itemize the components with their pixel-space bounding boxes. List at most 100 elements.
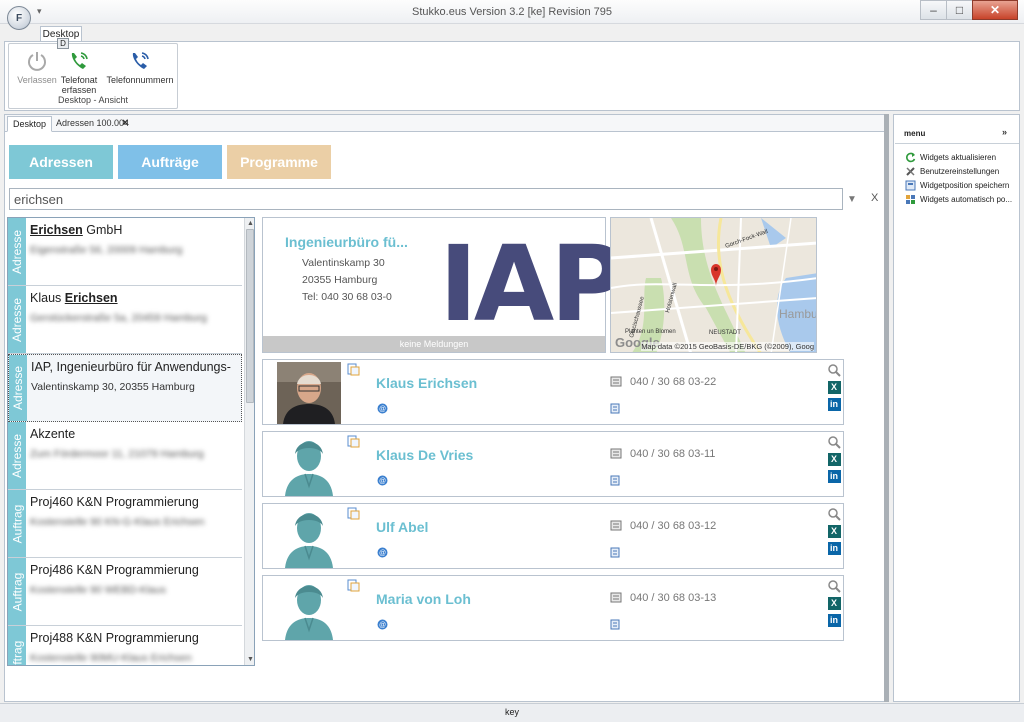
linkedin-icon[interactable]: in xyxy=(827,469,841,483)
result-type-tag: Adresse xyxy=(8,422,26,489)
email-icon[interactable]: @ xyxy=(377,403,388,417)
result-subtitle: Kostenstelle 90MU-Klaus Erichsen xyxy=(30,652,192,664)
company-card[interactable]: Ingenieurbüro fü... Valentinskamp 30 203… xyxy=(262,217,626,353)
tab-desktop[interactable]: Desktop xyxy=(7,116,53,132)
minimize-button[interactable]: – xyxy=(920,0,947,20)
refresh-icon xyxy=(905,152,916,163)
menu-item-save-widget-position[interactable]: Widgetposition speichern xyxy=(905,180,1009,191)
log-call-label: Telefonat erfassen xyxy=(60,75,98,95)
result-item[interactable]: Adresse Klaus Erichsen Gerstückerstraße … xyxy=(8,286,242,354)
contact-phone[interactable]: 040 / 30 68 03-22 xyxy=(630,376,716,388)
result-item[interactable]: Auftrag Proj460 K&N Programmierung Koste… xyxy=(8,490,242,558)
search-icon[interactable] xyxy=(827,507,841,521)
search-input[interactable] xyxy=(9,188,843,210)
notepad-icon[interactable] xyxy=(610,403,620,417)
scroll-down-icon[interactable]: ▼ xyxy=(246,655,254,664)
company-logo: IAP xyxy=(439,223,626,345)
map-graphic: Gorch-Fock-Wall Holstenwall Glacischauss… xyxy=(611,218,817,352)
results-scrollbar[interactable]: ▲ ▼ xyxy=(244,218,254,665)
xing-icon[interactable]: X xyxy=(827,452,841,466)
phone-numbers-button[interactable]: Telefonnummern xyxy=(106,48,174,85)
scroll-thumb[interactable] xyxy=(246,229,254,403)
contact-name[interactable]: Klaus Erichsen xyxy=(376,375,477,391)
company-status-bar: keine Meldungen xyxy=(263,336,605,352)
notepad-icon[interactable] xyxy=(610,475,620,489)
document-tab-strip: Desktop Adressen 100.004 × xyxy=(5,115,888,132)
result-item-selected[interactable]: Adresse IAP, Ingenieurbüro für Anwendung… xyxy=(8,354,242,422)
orders-category-button[interactable]: Aufträge xyxy=(118,145,222,179)
notepad-icon[interactable] xyxy=(610,547,620,561)
linkedin-icon[interactable]: in xyxy=(827,397,841,411)
contact-avatar-placeholder xyxy=(277,434,341,496)
contact-name[interactable]: Klaus De Vries xyxy=(376,447,473,463)
result-title: Proj488 K&N Programmierung xyxy=(30,631,199,645)
tab-close-icon[interactable]: × xyxy=(122,117,128,129)
close-button[interactable]: ✕ xyxy=(972,0,1018,20)
log-call-button[interactable]: Telefonat erfassen xyxy=(57,48,101,95)
xing-icon[interactable]: X xyxy=(827,524,841,538)
keytip-badge: D xyxy=(57,38,69,49)
result-type-tag: Adresse xyxy=(8,286,26,353)
email-icon[interactable]: @ xyxy=(377,547,388,561)
search-icon[interactable] xyxy=(827,435,841,449)
menu-divider xyxy=(895,143,1019,144)
result-item[interactable]: Adresse Akzente Zum Fördermoor 11, 21079… xyxy=(8,422,242,490)
contact-name[interactable]: Ulf Abel xyxy=(376,519,428,535)
menu-item-refresh-widgets[interactable]: Widgets aktualisieren xyxy=(905,152,996,163)
location-map[interactable]: Gorch-Fock-Wall Holstenwall Glacischauss… xyxy=(610,217,817,353)
notepad-icon[interactable] xyxy=(610,619,620,633)
auto-layout-icon xyxy=(905,194,916,205)
contact-phone[interactable]: 040 / 30 68 03-12 xyxy=(630,520,716,532)
window-title: Stukko.eus Version 3.2 [ke] Revision 795 xyxy=(412,6,612,18)
search-clear-button[interactable]: X xyxy=(871,192,878,204)
contact-card[interactable]: Klaus Erichsen @ 040 / 30 68 03-22 X in xyxy=(262,359,844,425)
search-dropdown-icon[interactable]: ▼ xyxy=(847,194,857,205)
linkedin-icon[interactable]: in xyxy=(827,541,841,555)
phone-book-icon xyxy=(610,520,622,534)
app-menu-button[interactable]: F xyxy=(7,6,31,30)
contact-card[interactable]: Ulf Abel @ 040 / 30 68 03-12 X in xyxy=(262,503,844,569)
phone-add-icon xyxy=(66,48,92,74)
xing-icon[interactable]: X xyxy=(827,596,841,610)
workspace: Desktop Adressen 100.004 × Adressen Auft… xyxy=(4,114,889,702)
scroll-up-icon[interactable]: ▲ xyxy=(246,219,254,228)
contact-card[interactable]: Maria von Loh @ 040 / 30 68 03-13 X in xyxy=(262,575,844,641)
map-credit: Map data ©2015 GeoBasis-DE/BKG (©2009), … xyxy=(641,342,814,351)
linkedin-icon[interactable]: in xyxy=(827,613,841,627)
clipboard-icon[interactable] xyxy=(347,435,360,451)
svg-text:NEUSTADT: NEUSTADT xyxy=(709,330,741,336)
company-street: Valentinskamp 30 xyxy=(302,257,385,269)
svg-text:@: @ xyxy=(379,406,386,413)
contact-phone[interactable]: 040 / 30 68 03-11 xyxy=(630,448,715,460)
clipboard-icon[interactable] xyxy=(347,363,360,379)
contact-name[interactable]: Maria von Loh xyxy=(376,591,471,607)
contact-card[interactable]: Klaus De Vries @ 040 / 30 68 03-11 X in xyxy=(262,431,844,497)
collapse-icon[interactable]: » xyxy=(1002,127,1007,137)
email-icon[interactable]: @ xyxy=(377,619,388,633)
result-title: Proj486 K&N Programmierung xyxy=(30,563,199,577)
leave-button[interactable]: Verlassen xyxy=(15,48,59,85)
menu-item-auto-position-widgets[interactable]: Widgets automatisch po... xyxy=(905,194,1012,205)
svg-text:Hambu: Hambu xyxy=(779,307,817,321)
result-title: Akzente xyxy=(30,427,76,441)
search-icon[interactable] xyxy=(827,579,841,593)
programs-category-button[interactable]: Programme xyxy=(227,145,331,179)
clipboard-icon[interactable] xyxy=(347,507,360,523)
app-orb-letter: F xyxy=(15,12,23,24)
search-icon[interactable] xyxy=(827,363,841,377)
addresses-category-button[interactable]: Adressen xyxy=(9,145,113,179)
result-item[interactable]: Auftrag Proj488 K&N Programmierung Koste… xyxy=(8,626,242,665)
workspace-scrollbar[interactable] xyxy=(884,114,889,702)
contact-phone[interactable]: 040 / 30 68 03-13 xyxy=(630,592,716,604)
result-item[interactable]: Adresse Erichsen GmbH Eigenstraße 56, 20… xyxy=(8,218,242,286)
clipboard-icon[interactable] xyxy=(347,579,360,595)
email-icon[interactable]: @ xyxy=(377,475,388,489)
maximize-button[interactable]: □ xyxy=(946,0,973,20)
result-item[interactable]: Auftrag Proj486 K&N Programmierung Koste… xyxy=(8,558,242,626)
company-phone: Tel: 040 30 68 03-0 xyxy=(302,291,392,303)
result-type-tag: Auftrag xyxy=(8,558,26,625)
search-results-list: Adresse Erichsen GmbH Eigenstraße 56, 20… xyxy=(7,217,255,666)
menu-item-user-settings[interactable]: Benutzereinstellungen xyxy=(905,166,999,177)
company-name[interactable]: Ingenieurbüro fü... xyxy=(285,234,408,250)
xing-icon[interactable]: X xyxy=(827,380,841,394)
